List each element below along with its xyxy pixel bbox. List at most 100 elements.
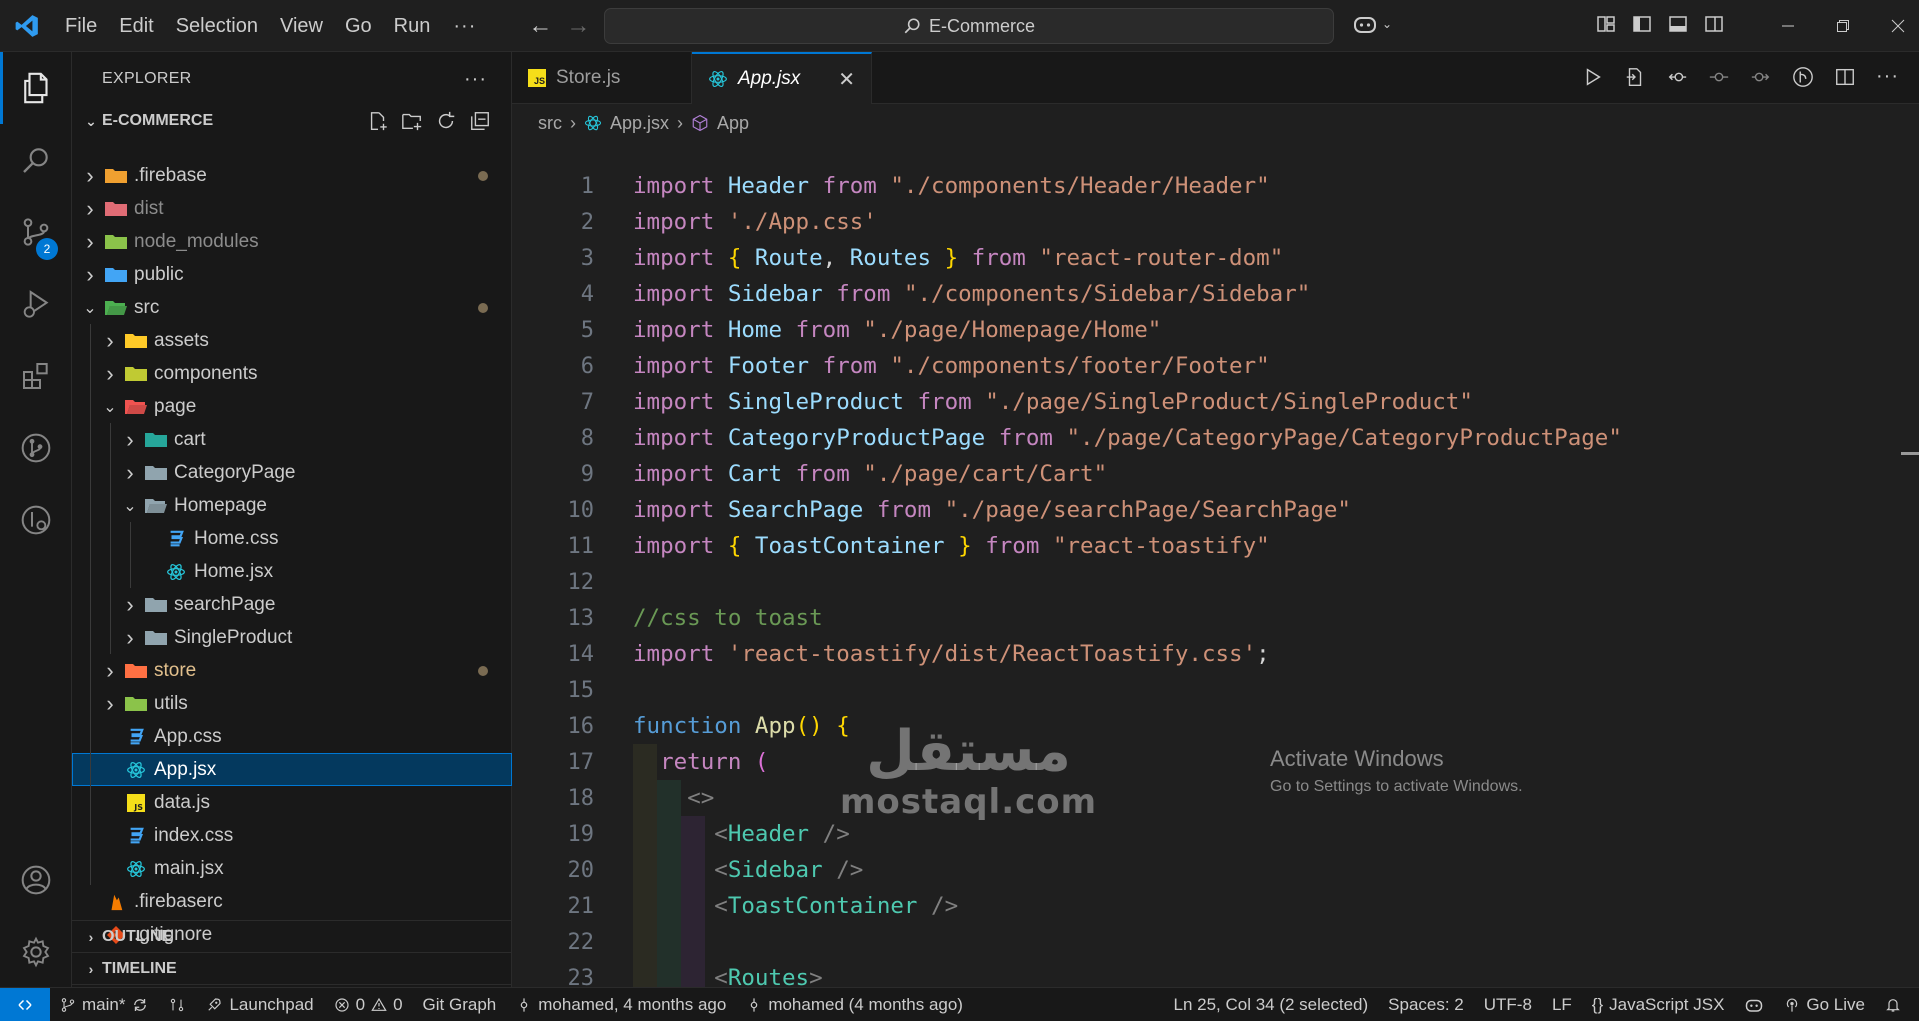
- forward-arrow-icon[interactable]: →: [566, 12, 590, 40]
- encoding-status[interactable]: UTF-8: [1474, 995, 1542, 1015]
- blame-status[interactable]: mohamed, 4 months ago: [506, 995, 736, 1015]
- blame-line-status[interactable]: mohamed (4 months ago): [736, 995, 973, 1015]
- tree-folder[interactable]: › CategoryPage: [72, 456, 512, 489]
- eol-status[interactable]: LF: [1542, 995, 1582, 1015]
- chevron-right-icon: ›: [106, 690, 114, 716]
- tree-folder[interactable]: › SingleProduct: [72, 621, 512, 654]
- menu-more-icon[interactable]: ···: [441, 0, 488, 52]
- close-window-icon[interactable]: [1870, 0, 1919, 52]
- source-control-activity-icon[interactable]: 2: [0, 196, 72, 268]
- launchpad-status[interactable]: Launchpad: [195, 995, 323, 1015]
- new-file-icon[interactable]: [367, 110, 389, 132]
- search-activity-icon[interactable]: [0, 124, 72, 196]
- new-folder-icon[interactable]: [401, 110, 423, 132]
- menu-view[interactable]: View: [269, 0, 334, 52]
- tree-folder[interactable]: › utils: [72, 687, 512, 720]
- tree-file[interactable]: App.jsx: [72, 753, 512, 786]
- chevron-right-icon: ›: [86, 195, 94, 221]
- commit-icon[interactable]: [1708, 66, 1730, 88]
- problems-status[interactable]: 0 0: [324, 995, 413, 1015]
- tree-folder[interactable]: › .firebase: [72, 159, 512, 192]
- refresh-icon[interactable]: [435, 110, 457, 132]
- tree-file[interactable]: Home.jsx: [72, 555, 512, 588]
- timeline-section[interactable]: › TIMELINE: [72, 953, 512, 985]
- code-text: import './App.css': [633, 209, 877, 235]
- indentation-status[interactable]: Spaces: 2: [1378, 995, 1474, 1015]
- breadcrumb-folder[interactable]: src: [538, 113, 562, 134]
- git-actions-status[interactable]: [159, 997, 195, 1013]
- tree-folder[interactable]: ⌄ Homepage: [72, 489, 512, 522]
- manage-gear-icon[interactable]: [0, 916, 72, 988]
- extensions-activity-icon[interactable]: [0, 340, 72, 412]
- run-debug-activity-icon[interactable]: [0, 268, 72, 340]
- copilot-status[interactable]: [1734, 996, 1774, 1014]
- customize-layout-icon[interactable]: [1596, 14, 1616, 34]
- tree-file[interactable]: JS data.js: [72, 786, 512, 819]
- tree-file[interactable]: .firebaserc: [72, 885, 512, 918]
- more-actions-icon[interactable]: ···: [464, 68, 487, 91]
- indent-guide: [90, 786, 91, 819]
- breadcrumb-file[interactable]: App.jsx: [610, 113, 669, 134]
- menu-file[interactable]: File: [54, 0, 108, 52]
- tree-folder[interactable]: › searchPage: [72, 588, 512, 621]
- toggle-secondary-sidebar-icon[interactable]: [1704, 14, 1724, 34]
- bottom-panes: › OUTLINE › TIMELINE: [72, 920, 512, 985]
- tree-folder[interactable]: › store: [72, 654, 512, 687]
- tree-folder[interactable]: › node_modules: [72, 225, 512, 258]
- menu-go[interactable]: Go: [334, 0, 383, 52]
- tree-file[interactable]: main.jsx: [72, 852, 512, 885]
- more-actions-icon[interactable]: ···: [1876, 66, 1899, 88]
- go-live-status[interactable]: Go Live: [1774, 995, 1875, 1015]
- copilot-menu[interactable]: ⌄: [1352, 12, 1392, 36]
- previous-revision-icon[interactable]: [1666, 66, 1688, 88]
- restore-icon[interactable]: [1815, 0, 1870, 52]
- minimize-icon[interactable]: [1760, 0, 1815, 52]
- remote-indicator-icon[interactable]: [0, 987, 50, 1021]
- tree-file[interactable]: App.css: [72, 720, 512, 753]
- sync-icon[interactable]: [131, 996, 149, 1014]
- collapse-all-icon[interactable]: [469, 110, 491, 132]
- project-section-header[interactable]: ⌄ E-COMMERCE: [72, 106, 511, 136]
- close-tab-icon[interactable]: ✕: [838, 67, 855, 92]
- scrollbar-marker[interactable]: [1901, 452, 1919, 455]
- git-lens-activity-icon[interactable]: [0, 484, 72, 556]
- git-lens-icon[interactable]: [1792, 66, 1814, 88]
- tree-folder[interactable]: › dist: [72, 192, 512, 225]
- tree-file[interactable]: Home.css: [72, 522, 512, 555]
- tab-app-jsx[interactable]: App.jsx ✕: [692, 52, 872, 104]
- tree-file[interactable]: index.css: [72, 819, 512, 852]
- menu-run[interactable]: Run: [383, 0, 442, 52]
- toggle-panel-icon[interactable]: [1668, 14, 1688, 34]
- tree-folder[interactable]: ⌄ page: [72, 390, 512, 423]
- command-center-search[interactable]: E-Commerce: [604, 8, 1334, 44]
- back-arrow-icon[interactable]: ←: [528, 12, 552, 40]
- code-line: 13 //css to toast: [512, 600, 1892, 636]
- language-mode-status[interactable]: {} JavaScript JSX: [1582, 995, 1735, 1015]
- tree-folder[interactable]: › cart: [72, 423, 512, 456]
- run-icon[interactable]: [1582, 66, 1604, 88]
- tree-folder[interactable]: › assets: [72, 324, 512, 357]
- tree-folder[interactable]: ⌄ src: [72, 291, 512, 324]
- git-graph-status[interactable]: Git Graph: [413, 995, 507, 1015]
- next-revision-icon[interactable]: [1750, 66, 1772, 88]
- toggle-sidebar-icon[interactable]: [1632, 14, 1652, 34]
- code-token: 'react-toastify/dist/ReactToastify.css': [727, 641, 1257, 667]
- tree-folder[interactable]: › public: [72, 258, 512, 291]
- outline-section[interactable]: › OUTLINE: [72, 921, 512, 953]
- accounts-activity-icon[interactable]: [0, 844, 72, 916]
- notifications-status[interactable]: [1875, 997, 1919, 1013]
- code-editor[interactable]: 1 import Header from "./components/Header…: [512, 168, 1892, 987]
- line-number: 15: [567, 677, 595, 703]
- tab-store-js[interactable]: JS Store.js: [512, 52, 692, 104]
- breadcrumb-symbol[interactable]: App: [717, 113, 749, 134]
- split-editor-icon[interactable]: [1834, 66, 1856, 88]
- tree-folder[interactable]: › components: [72, 357, 512, 390]
- explorer-activity-icon[interactable]: [0, 52, 72, 124]
- chevron-right-icon: ›: [570, 112, 576, 133]
- menu-edit[interactable]: Edit: [108, 0, 164, 52]
- open-changes-icon[interactable]: [1624, 66, 1646, 88]
- cursor-position[interactable]: Ln 25, Col 34 (2 selected): [1163, 995, 1378, 1015]
- menu-selection[interactable]: Selection: [165, 0, 269, 52]
- git-graph-activity-icon[interactable]: [0, 412, 72, 484]
- branch-status[interactable]: main*: [50, 995, 159, 1015]
